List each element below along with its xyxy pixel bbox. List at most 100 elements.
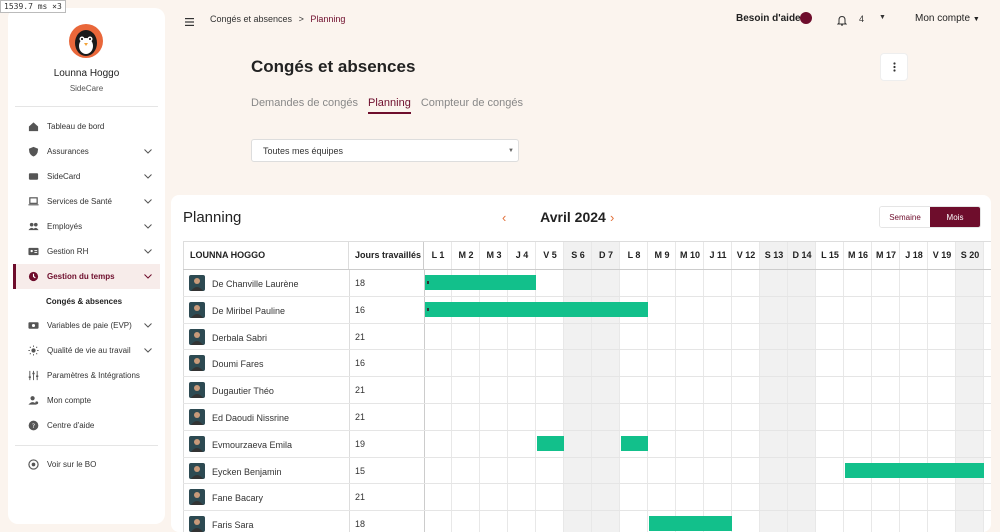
team-select[interactable]: Toutes mes équipes ▼ [251,139,519,162]
chevron-down-icon [144,222,152,231]
clock-icon [27,271,39,283]
day-header: L 8 [627,250,641,260]
avatar[interactable] [69,24,103,58]
day-header: S 13 [764,250,784,260]
view-week-button[interactable]: Semaine [880,207,930,227]
sun-icon [27,345,39,357]
sidebar-item-param-tres-int-grations[interactable]: Paramètres & Intégrations [13,363,160,388]
next-month-button[interactable]: › [610,210,614,225]
avatar [189,328,205,345]
absence-bar[interactable] [845,462,984,478]
page-title: Congés et absences [251,57,416,76]
chat-icon[interactable] [800,12,812,24]
worked-days: 16 [355,304,366,315]
day-header: V 5 [543,250,557,260]
topbar: Congés et absences > Planning Besoin d'a… [165,0,1000,38]
team-select-value: Toutes mes équipes [263,146,344,156]
help-icon: ? [27,420,39,432]
breadcrumb-parent[interactable]: Congés et absences [210,14,292,24]
sidebar-item-label: Tableau de bord [47,122,105,131]
sidebar-item-centre-d-aide[interactable]: ? Centre d'aide [13,413,160,438]
account-menu[interactable]: Mon compte ▼ [915,13,980,24]
table-row[interactable]: Evmourzaeva Emila 19 [183,430,991,458]
day-header: J 18 [905,250,923,260]
sidebar-item-cong-s-absences[interactable]: Congés & absences [13,289,160,313]
employee-name[interactable]: De Miribel Pauline [212,306,285,316]
absence-bar[interactable] [649,516,732,532]
table-row[interactable]: Fane Bacary 21 [183,484,991,512]
view-month-button[interactable]: Mois [930,207,980,227]
chevron-down-icon [144,272,152,281]
tab-compteur-de-cong-s[interactable]: Compteur de congés [421,97,523,114]
sidebar-item-voir-bo[interactable]: Voir sur le BO [13,452,160,477]
day-header: D 7 [598,250,613,260]
prev-month-button[interactable]: ‹ [502,210,506,225]
menu-icon[interactable] [185,13,194,31]
employee-name[interactable]: De Chanville Laurène [212,279,299,289]
chevron-down-icon[interactable]: ▼ [879,14,886,21]
shield-icon [27,146,39,158]
employee-name[interactable]: Fane Bacary [212,493,263,503]
sidebar-item-label: Gestion RH [47,247,89,256]
absence-bar[interactable] [621,435,648,451]
sidebar-item-assurances[interactable]: Assurances [13,139,160,164]
tabs: Demandes de congés Planning Compteur de co… [251,97,523,114]
employee-name[interactable]: Faris Sara [212,520,254,530]
chevron-down-icon [144,197,152,206]
sidebar-item-label: Services de Santé [47,197,112,206]
sidebar-item-label: Congés & absences [46,296,123,306]
day-header: S 6 [571,250,585,260]
divider [15,106,158,107]
table-row[interactable]: Eycken Benjamin 15 [183,457,991,485]
table-row[interactable]: Doumi Fares 16 [183,350,991,378]
sliders-icon [27,370,39,382]
employee-name[interactable]: Doumi Fares [212,359,264,369]
sidebar-item-label: Employés [47,222,83,231]
sidebar-item-mon-compte[interactable]: Mon compte [13,388,160,413]
day-header: S 20 [960,250,980,260]
more-options-button[interactable] [880,53,908,81]
sidebar-item-employ-s[interactable]: Employés [13,214,160,239]
day-header: V 12 [736,250,756,260]
employee-name[interactable]: Dugautier Théo [212,386,274,396]
table-row[interactable]: De Miribel Pauline 16 [183,296,991,324]
sidebar-item-gestion-du-temps[interactable]: Gestion du temps [13,264,160,289]
day-header: L 15 [821,250,839,260]
absence-bar[interactable] [425,301,648,317]
employee-name[interactable]: Derbala Sabri [212,333,267,343]
table-row[interactable]: De Chanville Laurène 18 [183,270,991,297]
avatar [189,489,205,506]
sidebar-item-qualit-de-vie-au-travail[interactable]: Qualité de vie au travail [13,338,160,363]
employee-name[interactable]: Evmourzaeva Emila [212,440,292,450]
notification-count: 4 [859,14,865,24]
employee-name[interactable]: Ed Daoudi Nissrine [212,413,289,423]
sidebar-item-tableau-de-bord[interactable]: Tableau de bord [13,114,160,139]
table-row[interactable]: Dugautier Théo 21 [183,377,991,404]
worked-days: 21 [355,385,366,396]
employee-name[interactable]: Eycken Benjamin [212,467,282,477]
bell-icon[interactable] [836,13,848,31]
table-row[interactable]: Ed Daoudi Nissrine 21 [183,404,991,431]
sidebar-item-label: Assurances [47,147,89,156]
day-header: M 10 [679,250,700,260]
table-row[interactable]: Derbala Sabri 21 [183,323,991,351]
tab-planning[interactable]: Planning [368,97,411,114]
tab-demandes-de-cong-s[interactable]: Demandes de congés [251,97,358,114]
sidebar-item-variables-de-paie-evp-[interactable]: Variables de paie (EVP) [13,313,160,338]
day-header: D 14 [792,250,812,260]
table-row[interactable]: Faris Sara 18 [183,511,991,532]
sidebar-item-services-de-sant-[interactable]: Services de Santé [13,189,160,214]
absence-bar[interactable] [537,435,564,451]
sidebar-item-gestion-rh[interactable]: Gestion RH [13,239,160,264]
absence-bar[interactable] [425,275,536,290]
avatar [189,462,205,479]
chevron-down-icon [144,247,152,256]
col-header-days: Jours travaillés [349,242,424,269]
help-link[interactable]: Besoin d'aide [736,13,801,24]
day-header: L 1 [431,250,445,260]
worked-days: 21 [355,331,366,342]
sidebar-item-sidecard[interactable]: SideCard [13,164,160,189]
day-header: M 17 [875,250,896,260]
chevron-down-icon [144,147,152,156]
sidebar-item-label: Qualité de vie au travail [47,346,131,355]
